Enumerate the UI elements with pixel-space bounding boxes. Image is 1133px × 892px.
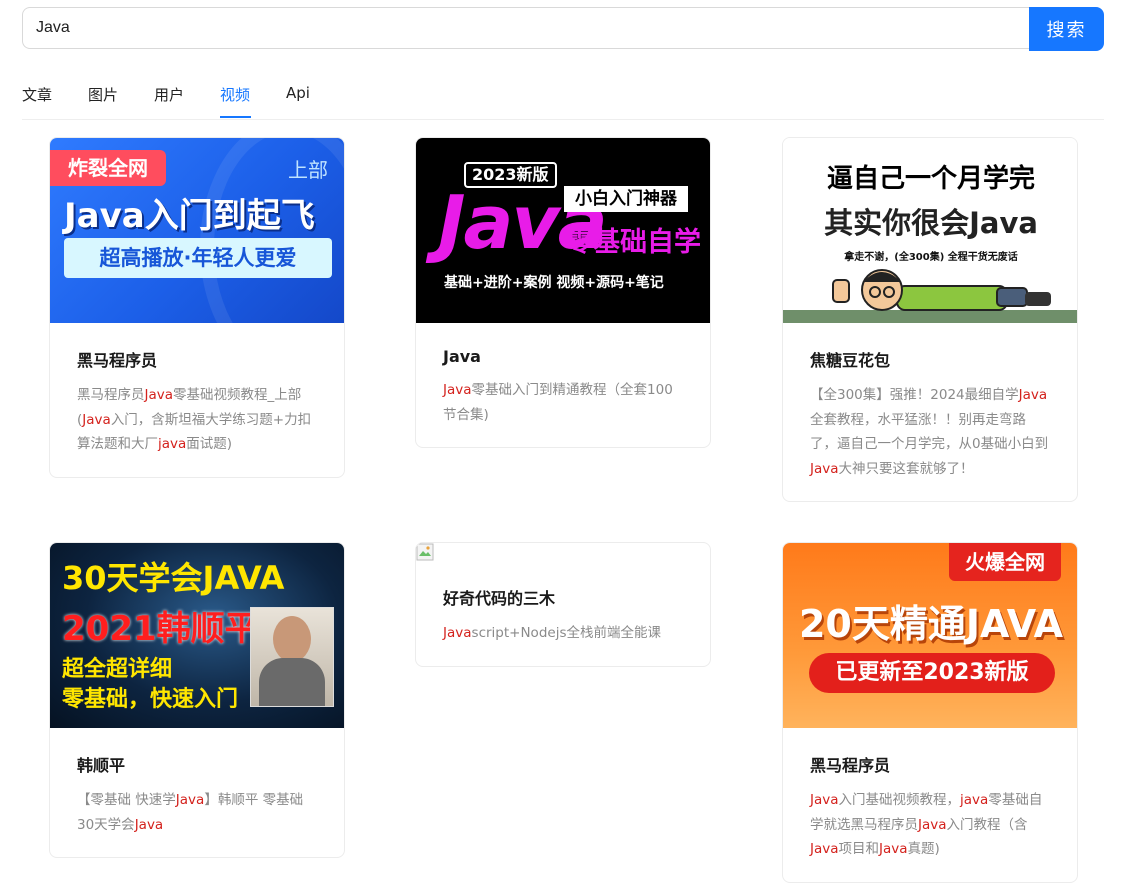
cover-line-2: 其实你很会Java: [824, 206, 1038, 240]
keyword-highlight: Java: [810, 460, 839, 477]
tab-videos[interactable]: 视频: [220, 84, 250, 105]
video-card[interactable]: 好奇代码的三木 Javascript+Nodejs全栈前端全能课: [415, 542, 711, 667]
keyword-highlight: java: [158, 436, 187, 452]
video-thumbnail: 2023新版 Java 小白入门神器 零基础自学 基础+进阶+案例 视频+源码+…: [416, 138, 710, 323]
cover-subline: 已更新至2023新版: [809, 653, 1055, 693]
video-author: Java: [443, 347, 481, 366]
cover-subline: 基础+进阶+案例 视频+源码+笔记: [444, 275, 664, 291]
keyword-highlight: Java: [879, 841, 908, 857]
video-author: 好奇代码的三木: [443, 589, 556, 608]
video-card[interactable]: 2023新版 Java 小白入门神器 零基础自学 基础+进阶+案例 视频+源码+…: [415, 137, 711, 448]
cover-line-4: 零基础，快速入门: [62, 687, 239, 712]
keyword-highlight: Java: [443, 625, 472, 641]
broken-image-icon: [416, 543, 434, 561]
search-button[interactable]: 搜索: [1029, 7, 1104, 51]
video-author: 黑马程序员: [77, 351, 158, 370]
video-author: 焦糖豆花包: [810, 351, 891, 370]
video-card[interactable]: 火爆全网 20天精通JAVA 已更新至2023新版 黑马程序员 Java入门基础…: [782, 542, 1078, 883]
tab-articles[interactable]: 文章: [22, 84, 52, 105]
video-thumbnail: 30天学会JAVA 2021韩顺平 超全超详细 零基础，快速入门: [50, 543, 344, 728]
tab-images[interactable]: 图片: [88, 84, 118, 105]
cover-tag: 小白入门神器: [564, 186, 688, 212]
cover-line-3: 超全超详细: [62, 657, 173, 682]
video-card[interactable]: 炸裂全网 上部 Java入门到起飞 超高播放·年轻人更爱 黑马程序员 黑马程序员…: [49, 137, 345, 478]
video-description: 黑马程序员Java零基础视频教程_上部(Java入门，含斯坦福大学练习题+力扣算…: [77, 387, 312, 452]
video-thumbnail: [416, 543, 710, 561]
video-card[interactable]: 逼自己一个月学完 其实你很会Java 拿走不谢，(全300集) 全程干货无废话 …: [782, 137, 1078, 502]
cover-headline: 20天精通JAVA: [798, 602, 1064, 646]
video-thumbnail: 炸裂全网 上部 Java入门到起飞 超高播放·年轻人更爱: [50, 138, 344, 323]
cover-line-1: 逼自己一个月学完: [826, 164, 1035, 194]
keyword-highlight: Java: [144, 387, 174, 403]
video-description: Java入门基础视频教程，java零基础自学就选黑马程序员Java入门教程（含J…: [810, 792, 1043, 857]
keyword-highlight: Java: [134, 816, 164, 833]
keyword-highlight: Java: [443, 382, 472, 398]
cover-badge: 火爆全网: [949, 543, 1061, 581]
tab-users[interactable]: 用户: [154, 84, 184, 105]
cover-line-2: 2021韩顺平: [62, 609, 259, 649]
video-thumbnail: 逼自己一个月学完 其实你很会Java 拿走不谢，(全300集) 全程干货无废话: [783, 138, 1077, 323]
video-description: Java零基础入门到精通教程（全套100节合集): [443, 382, 673, 423]
video-description: Javascript+Nodejs全栈前端全能课: [443, 625, 661, 641]
video-thumbnail: 火爆全网 20天精通JAVA 已更新至2023新版: [783, 543, 1077, 728]
cover-subline: 超高播放·年轻人更爱: [64, 238, 332, 278]
video-card[interactable]: 30天学会JAVA 2021韩顺平 超全超详细 零基础，快速入门 韩顺平 【零基…: [49, 542, 345, 858]
video-author: 韩顺平: [77, 756, 126, 775]
tab-api[interactable]: Api: [286, 84, 310, 102]
cover-line-1: 30天学会JAVA: [62, 559, 285, 597]
cover-headline: 零基础自学: [566, 227, 701, 258]
video-author: 黑马程序员: [810, 756, 891, 775]
presenter-photo: [250, 607, 334, 707]
search-bar: 搜索: [22, 7, 1104, 51]
cover-headline: Java入门到起飞: [64, 196, 315, 236]
sleeping-person-illustration: [832, 269, 1051, 311]
search-input[interactable]: [22, 7, 1029, 49]
video-description: 【零基础 快速学Java】韩顺平 零基础30天学会Java: [77, 792, 304, 833]
active-tab-indicator: [220, 116, 251, 118]
cover-tag: 上部: [288, 158, 328, 182]
keyword-highlight: java: [960, 792, 989, 808]
keyword-highlight: Java: [810, 841, 839, 857]
keyword-highlight: Java: [82, 411, 111, 428]
keyword-highlight: Java: [810, 792, 839, 808]
video-description: 【全300集】强推！2024最细自学Java全套教程，水平猛涨！！别再走弯路了，…: [810, 387, 1049, 477]
keyword-highlight: Java: [918, 816, 947, 833]
keyword-highlight: Java: [1018, 387, 1048, 403]
category-tabs: 文章 图片 用户 视频 Api: [22, 72, 1104, 120]
cover-badge: 炸裂全网: [50, 150, 166, 186]
cover-line-3: 拿走不谢，(全300集) 全程干货无废话: [844, 252, 1018, 263]
keyword-highlight: Java: [175, 792, 205, 808]
